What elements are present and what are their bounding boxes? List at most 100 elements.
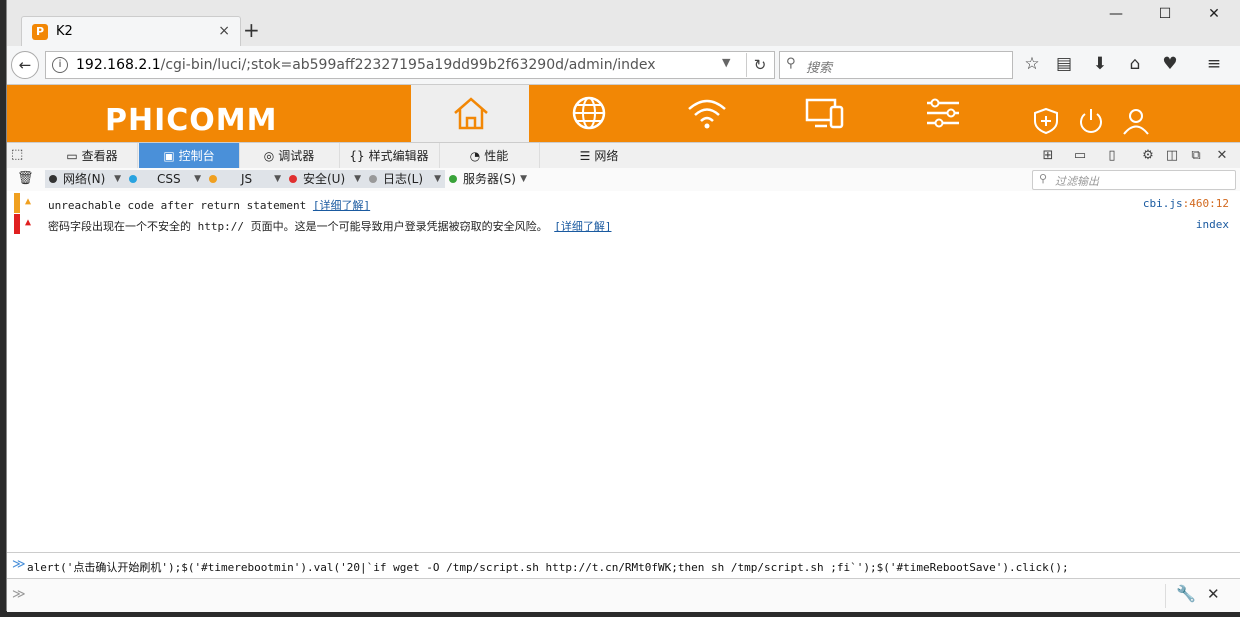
undock-icon[interactable]: ⧉: [1185, 148, 1207, 163]
hamburger-menu-icon[interactable]: ≡: [1203, 54, 1225, 74]
maximize-button[interactable]: ☐: [1150, 6, 1180, 22]
bookmark-star-icon[interactable]: ☆: [1021, 54, 1043, 74]
filter-security-button[interactable]: 安全(U) ▼: [285, 170, 365, 188]
clear-console-icon[interactable]: 🗑: [17, 171, 34, 186]
security-shield-icon[interactable]: [1031, 107, 1061, 135]
message-body: unreachable code after return statement: [48, 199, 307, 212]
url-bar[interactable]: i 192.168.2.1/cgi-bin/luci/;stok=ab599af…: [45, 51, 775, 79]
home-icon[interactable]: ⌂: [1124, 54, 1146, 74]
wifi-icon[interactable]: [685, 95, 729, 131]
filter-server-button[interactable]: 服务器(S) ▼: [445, 170, 531, 188]
console-input[interactable]: ≫ alert('点击确认开始刷机');$('#timerebootmin').…: [7, 552, 1240, 578]
phicomm-favicon-icon: P: [32, 24, 48, 40]
source-line: :460:12: [1182, 197, 1229, 210]
filter-js-button[interactable]: JS ▼: [205, 170, 285, 188]
js-dot-icon: [209, 175, 217, 183]
devtools-settings-icon[interactable]: ⚙: [1137, 148, 1159, 163]
router-header: PHICOMM: [7, 85, 1240, 142]
server-dot-icon: [449, 175, 457, 183]
minimize-button[interactable]: —: [1101, 6, 1131, 22]
tab-label: 调试器: [278, 149, 315, 163]
site-info-icon[interactable]: i: [52, 57, 68, 73]
console-filter-bar: 🗑 网络(N) ▼ CSS ▼ JS ▼ 安全(U) ▼ 日志(L) ▼ 服务器(S) ▼ …: [7, 168, 1240, 192]
home-menu-tab[interactable]: [411, 85, 529, 142]
message-source-link[interactable]: cbi.js:460:12: [1143, 197, 1229, 210]
power-icon[interactable]: [1076, 107, 1106, 135]
message-source-link[interactable]: index: [1196, 218, 1229, 231]
inspector-icon: ▭: [66, 149, 78, 163]
filter-network-button[interactable]: 网络(N) ▼: [45, 170, 125, 188]
command-text: alert('点击确认开始刷机');$('#timerebootmin').va…: [27, 561, 1069, 574]
source-file: index: [1195, 218, 1229, 231]
tab-console[interactable]: ▣ 控制台: [139, 143, 240, 169]
tab-label: 性能: [484, 149, 509, 163]
phicomm-logo: PHICOMM: [105, 103, 278, 138]
message-text: 密码字段出现在一个不安全的 http:// 页面中。这是一个可能导致用户登录凭据…: [48, 218, 611, 234]
house-icon: [454, 97, 488, 130]
url-host: 192.168.2.1: [76, 57, 161, 73]
filter-placeholder: 过滤输出: [1055, 175, 1099, 188]
filter-output-input[interactable]: ⚲ 过滤输出: [1032, 170, 1236, 190]
search-icon: ⚲: [786, 56, 796, 71]
console-message: ▲ unreachable code after return statemen…: [7, 193, 1240, 213]
prompt-chevron-icon: ≫: [12, 557, 26, 572]
search-placeholder: 搜索: [806, 61, 833, 76]
new-tab-button[interactable]: +: [243, 18, 260, 42]
browser-tab[interactable]: P K2 ×: [21, 16, 241, 47]
filter-label: 安全(U): [303, 172, 346, 186]
css-dot-icon: [129, 175, 137, 183]
tab-network[interactable]: ☰ 网络: [539, 143, 659, 169]
close-icon[interactable]: ✕: [1207, 585, 1220, 603]
back-button[interactable]: ←: [11, 51, 39, 79]
filter-label: 日志(L): [383, 172, 424, 186]
downloads-icon[interactable]: ⬇: [1089, 54, 1111, 74]
error-bar: [14, 214, 20, 234]
warning-icon: ▲: [25, 196, 32, 207]
filter-label: 服务器(S): [463, 172, 516, 186]
responsive-design-icon[interactable]: ▯: [1101, 148, 1123, 163]
dock-side-icon[interactable]: ◫: [1161, 148, 1183, 163]
pocket-icon[interactable]: ♥: [1159, 54, 1181, 74]
tab-title: K2: [56, 24, 73, 39]
reload-icon: ↻: [753, 56, 767, 74]
network-icon: ☰: [579, 149, 591, 163]
tab-inspector[interactable]: ▭ 查看器: [47, 143, 138, 169]
tab-debugger[interactable]: ◎ 调试器: [239, 143, 340, 169]
performance-icon: ◔: [469, 149, 481, 163]
filter-css-button[interactable]: CSS ▼: [125, 170, 205, 188]
globe-icon[interactable]: [567, 95, 611, 131]
tab-style-editor[interactable]: {} 样式编辑器: [339, 143, 440, 169]
console-icon: ▣: [163, 149, 175, 163]
navigation-toolbar: ← i 192.168.2.1/cgi-bin/luci/;stok=ab599…: [7, 46, 1240, 85]
logging-dot-icon: [369, 175, 377, 183]
debugger-icon: ◎: [263, 149, 275, 163]
close-devtools-icon[interactable]: ✕: [1211, 148, 1233, 163]
learn-more-link[interactable]: [详细了解]: [554, 220, 611, 233]
security-dot-icon: [289, 175, 297, 183]
url-text[interactable]: 192.168.2.1/cgi-bin/luci/;stok=ab599aff2…: [76, 57, 656, 73]
learn-more-link[interactable]: [详细了解]: [313, 199, 370, 212]
console-bottom-bar: ≫ 🔧 ✕: [7, 578, 1240, 612]
split-layout-icon[interactable]: ⊞: [1037, 148, 1059, 163]
element-picker-icon[interactable]: ⬚: [11, 147, 23, 162]
wrench-icon[interactable]: 🔧: [1165, 584, 1196, 608]
filter-logging-button[interactable]: 日志(L) ▼: [365, 170, 445, 188]
filter-label: JS: [241, 172, 253, 186]
filter-label: CSS: [157, 172, 181, 186]
split-console-icon[interactable]: ▭: [1069, 148, 1091, 163]
reload-button[interactable]: ↻: [746, 53, 773, 77]
message-text: unreachable code after return statement …: [48, 197, 370, 213]
close-window-button[interactable]: ✕: [1199, 6, 1229, 22]
reading-list-icon[interactable]: ▤: [1053, 54, 1075, 74]
url-dropdown-icon[interactable]: ▼: [722, 56, 730, 69]
source-file: cbi.js: [1142, 197, 1183, 210]
search-input[interactable]: ⚲ 搜索: [779, 51, 1013, 79]
console-output: ▲ unreachable code after return statemen…: [7, 191, 1240, 551]
devices-icon[interactable]: [803, 95, 847, 131]
user-icon[interactable]: [1121, 107, 1151, 135]
tab-performance[interactable]: ◔ 性能: [439, 143, 540, 169]
tab-close-icon[interactable]: ×: [218, 23, 230, 39]
devtools-toolbar: ⬚ ▭ 查看器 ▣ 控制台 ◎ 调试器 {} 样式编辑器 ◔ 性能 ☰ 网络 ⊞ ▭ ▯ ⚙…: [7, 142, 1240, 170]
url-path: /cgi-bin/luci/;stok=ab599aff22327195a19d…: [160, 57, 656, 73]
settings-sliders-icon[interactable]: [921, 95, 965, 131]
